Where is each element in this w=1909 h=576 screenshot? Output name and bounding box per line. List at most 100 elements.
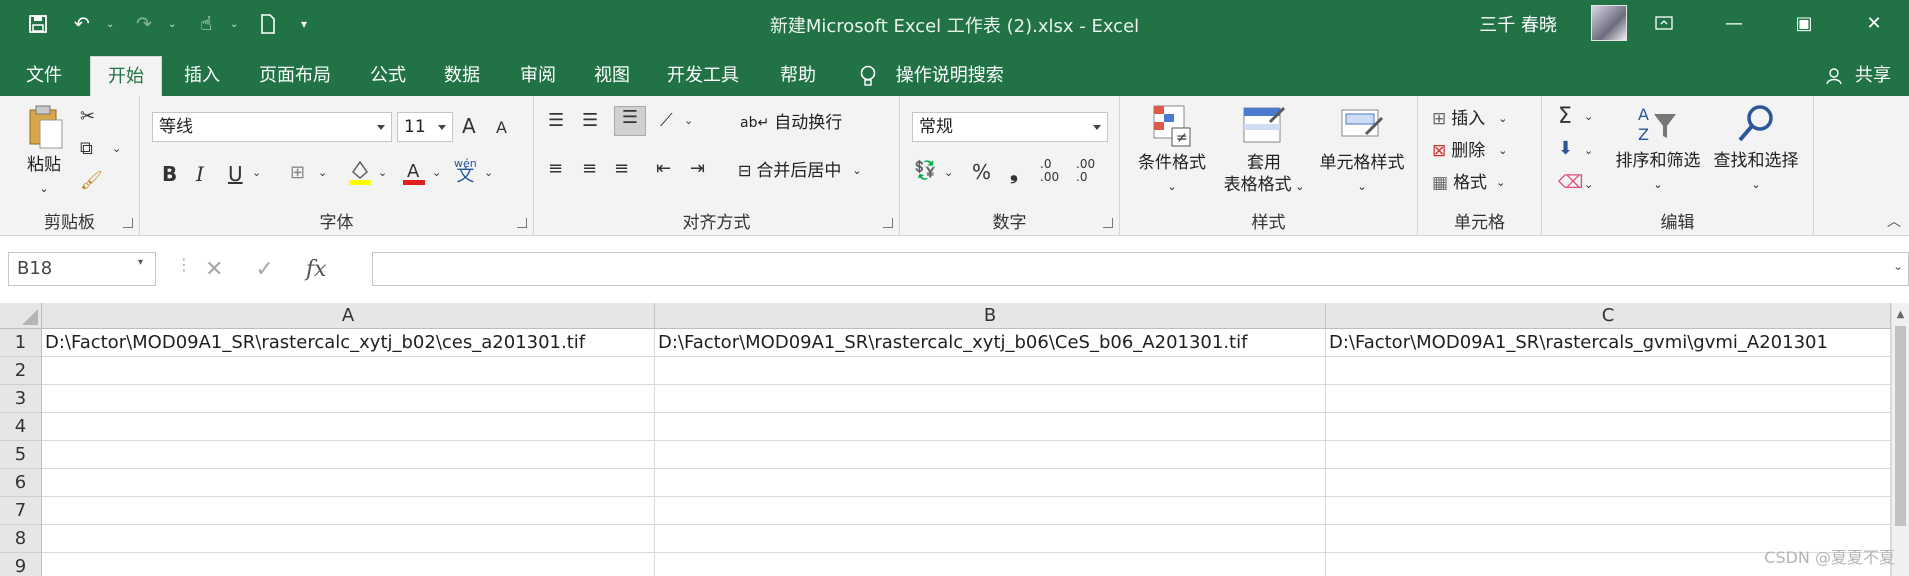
number-launcher-icon[interactable] — [1103, 218, 1113, 228]
tell-me-search[interactable]: 操作说明搜索 — [860, 56, 1004, 96]
table-cell[interactable] — [42, 525, 655, 553]
decrease-decimal-icon[interactable]: .00 .0 — [1076, 158, 1106, 184]
table-cell[interactable] — [1326, 385, 1891, 413]
cut-icon[interactable]: ✂ — [80, 106, 95, 127]
format-cells-button[interactable]: ▦ 格式 ⌄ — [1432, 168, 1505, 198]
table-cell[interactable] — [42, 469, 655, 497]
tab-insert[interactable]: 插入 — [170, 56, 234, 96]
row-header-2[interactable]: 2 — [0, 357, 42, 385]
row-header-4[interactable]: 4 — [0, 413, 42, 441]
sort-filter-button[interactable]: AZ 排序和筛选 ⌄ — [1610, 102, 1706, 196]
clear-dropdown-icon[interactable]: ⌄ — [1584, 178, 1593, 191]
format-painter-icon[interactable]: 🖌 — [80, 170, 103, 191]
increase-decimal-icon[interactable]: .0 .00 — [1040, 158, 1070, 184]
autosum-icon[interactable]: Σ — [1558, 104, 1572, 129]
tab-home[interactable]: 开始 — [90, 56, 162, 96]
row-header-7[interactable]: 7 — [0, 497, 42, 525]
conditional-formatting-button[interactable]: ≠ 条件格式 ⌄ — [1132, 104, 1212, 198]
percent-style-button[interactable]: % — [972, 160, 991, 184]
table-cell[interactable] — [42, 553, 655, 576]
fill-icon[interactable]: ⬇ — [1558, 138, 1573, 159]
comma-style-button[interactable]: ❟ — [1010, 160, 1018, 184]
insert-function-icon[interactable]: fx — [306, 257, 327, 282]
table-cell[interactable] — [1326, 469, 1891, 497]
accounting-dropdown-icon[interactable]: ⌄ — [944, 166, 953, 179]
paste-button[interactable]: 粘贴 ⌄ — [16, 104, 72, 200]
align-left-icon[interactable]: ≡ — [548, 158, 563, 179]
align-right-icon[interactable]: ≡ — [614, 158, 629, 179]
tab-help[interactable]: 帮助 — [766, 56, 830, 96]
collapse-ribbon-icon[interactable]: ︿ — [1887, 211, 1901, 231]
table-cell[interactable] — [655, 385, 1326, 413]
orientation-dropdown-icon[interactable]: ⌄ — [684, 114, 693, 127]
borders-dropdown-icon[interactable]: ⌄ — [318, 166, 327, 179]
row-header-1[interactable]: 1 — [0, 329, 42, 357]
avatar[interactable] — [1591, 5, 1627, 41]
cancel-entry-icon[interactable]: ✕ — [205, 257, 223, 282]
bold-button[interactable]: B — [162, 162, 177, 186]
table-cell[interactable] — [655, 441, 1326, 469]
middle-align-icon[interactable]: ☰ — [582, 110, 598, 131]
grow-font-icon[interactable]: A — [462, 114, 476, 138]
clipboard-launcher-icon[interactable] — [123, 218, 133, 228]
row-header-5[interactable]: 5 — [0, 441, 42, 469]
table-cell[interactable] — [1326, 413, 1891, 441]
ribbon-display-options-icon[interactable] — [1629, 0, 1699, 46]
accounting-format-icon[interactable]: 💱 — [914, 160, 936, 181]
tab-review[interactable]: 审阅 — [506, 56, 570, 96]
maximize-button[interactable]: ▣ — [1769, 0, 1839, 46]
table-cell[interactable] — [655, 357, 1326, 385]
decrease-indent-icon[interactable]: ⇤ — [656, 158, 671, 179]
copy-dropdown-icon[interactable]: ⌄ — [112, 142, 121, 155]
column-header-c[interactable]: C — [1326, 303, 1891, 329]
number-format-select[interactable]: 常规 — [912, 112, 1108, 142]
column-header-a[interactable]: A — [42, 303, 655, 329]
tab-formulas[interactable]: 公式 — [356, 56, 420, 96]
alignment-launcher-icon[interactable] — [883, 218, 893, 228]
phonetic-guide-icon[interactable]: wén 文 — [454, 158, 477, 185]
copy-icon[interactable]: ⧉ — [80, 138, 93, 159]
scroll-up-icon[interactable]: ▲ — [1892, 309, 1909, 320]
fill-color-icon[interactable] — [348, 158, 372, 191]
table-cell[interactable] — [655, 497, 1326, 525]
underline-dropdown-icon[interactable]: ⌄ — [252, 166, 261, 179]
italic-button[interactable]: I — [196, 162, 204, 186]
font-color-icon[interactable]: A — [402, 158, 426, 191]
insert-cells-button[interactable]: ⊞ 插入 ⌄ — [1432, 104, 1507, 134]
share-button[interactable]: 共享 — [1825, 56, 1891, 96]
table-cell[interactable] — [655, 413, 1326, 441]
tab-data[interactable]: 数据 — [430, 56, 494, 96]
formula-input[interactable] — [372, 252, 1909, 286]
confirm-entry-icon[interactable]: ✓ — [255, 257, 273, 282]
table-cell[interactable] — [1326, 441, 1891, 469]
shrink-font-icon[interactable]: A — [496, 118, 507, 137]
merge-center-button[interactable]: ⊟ 合并后居中 ⌄ — [738, 156, 862, 186]
font-color-dropdown-icon[interactable]: ⌄ — [432, 166, 441, 179]
orientation-icon[interactable]: ⟋ — [660, 110, 673, 131]
row-header-8[interactable]: 8 — [0, 525, 42, 553]
name-box[interactable]: B18 — [8, 252, 156, 286]
cell-a1[interactable]: D:\Factor\MOD09A1_SR\rastercalc_xytj_b02… — [42, 329, 655, 357]
table-cell[interactable] — [1326, 357, 1891, 385]
minimize-button[interactable]: — — [1699, 0, 1769, 46]
close-button[interactable]: ✕ — [1839, 0, 1909, 46]
clear-icon[interactable]: ⌫ — [1558, 172, 1583, 193]
row-header-6[interactable]: 6 — [0, 469, 42, 497]
underline-button[interactable]: U — [228, 162, 243, 186]
scrollbar-thumb[interactable] — [1895, 326, 1906, 526]
row-header-9[interactable]: 9 — [0, 553, 42, 576]
increase-indent-icon[interactable]: ⇥ — [690, 158, 705, 179]
cell-styles-button[interactable]: 单元格样式 ⌄ — [1310, 104, 1414, 198]
expand-formula-bar-icon[interactable]: ⌄ — [1893, 259, 1903, 273]
delete-cells-button[interactable]: ⊠ 删除 ⌄ — [1432, 136, 1507, 166]
table-cell[interactable] — [655, 469, 1326, 497]
table-cell[interactable] — [42, 413, 655, 441]
table-cell[interactable] — [655, 525, 1326, 553]
select-all-corner[interactable] — [0, 303, 42, 329]
wrap-text-button[interactable]: ab↵ 自动换行 — [740, 108, 842, 138]
font-size-select[interactable]: 11 — [397, 112, 453, 142]
borders-icon[interactable]: ⊞ — [290, 162, 305, 183]
cell-b1[interactable]: D:\Factor\MOD09A1_SR\rastercalc_xytj_b06… — [655, 329, 1326, 357]
table-cell[interactable] — [42, 357, 655, 385]
table-cell[interactable] — [1326, 497, 1891, 525]
